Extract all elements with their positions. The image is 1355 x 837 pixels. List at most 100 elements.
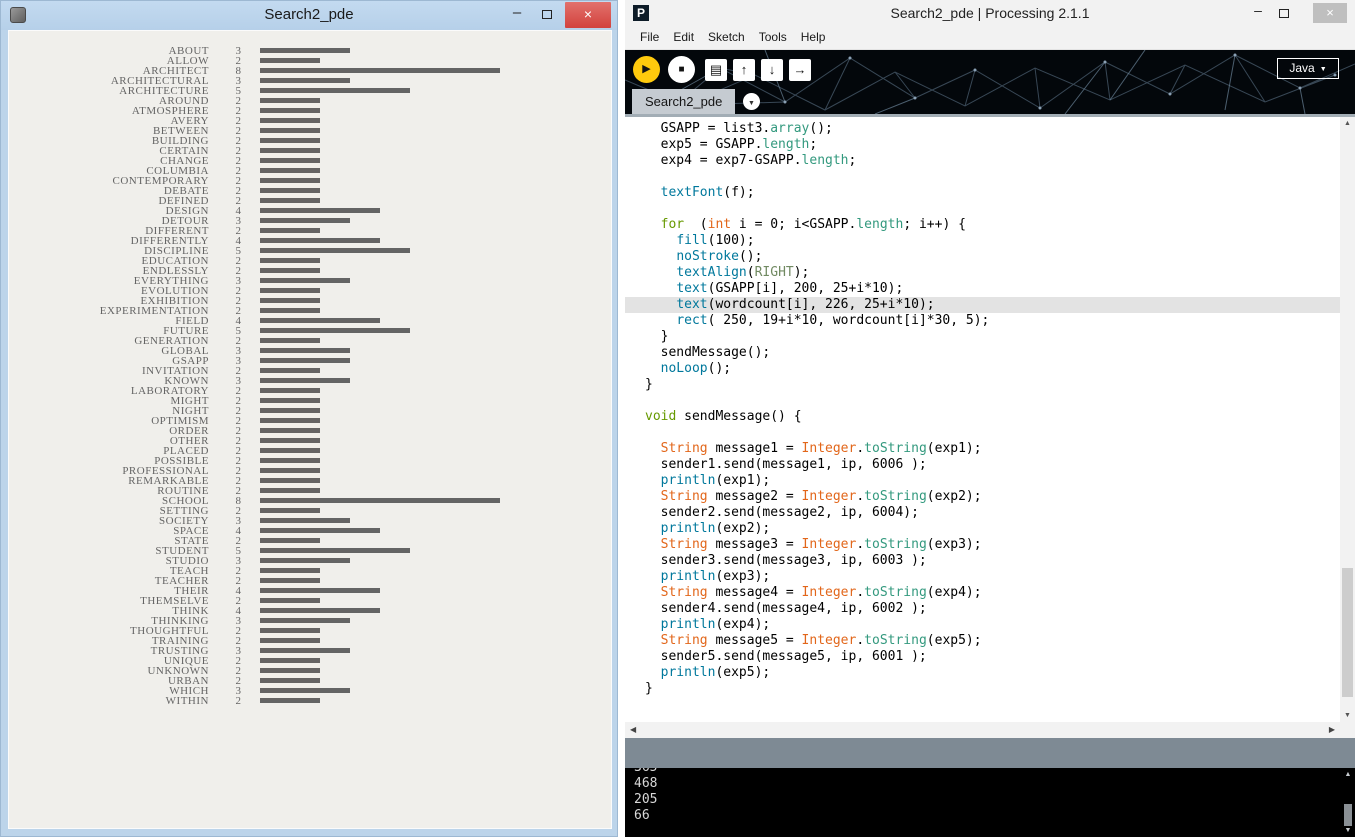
word-bar — [260, 98, 320, 103]
menu-edit[interactable]: Edit — [666, 26, 701, 49]
code-line[interactable]: println(exp3); — [625, 569, 1340, 585]
ide-maximize-button[interactable] — [1271, 0, 1297, 24]
code-line[interactable]: String message4 = Integer.toString(exp4)… — [625, 585, 1340, 601]
word-bar — [260, 688, 350, 693]
code-line[interactable]: rect( 250, 19+i*10, wordcount[i]*30, 5); — [625, 313, 1340, 329]
ide-close-button[interactable]: × — [1313, 3, 1347, 23]
code-line[interactable]: noLoop(); — [625, 361, 1340, 377]
code-line[interactable] — [625, 169, 1340, 185]
code-line[interactable]: exp4 = exp7-GSAPP.length; — [625, 153, 1340, 169]
code-line[interactable]: textFont(f); — [625, 185, 1340, 201]
new-sketch-button[interactable]: ▤ — [705, 59, 727, 81]
code-line[interactable]: sender2.send(message2, ip, 6004); — [625, 505, 1340, 521]
code-line[interactable]: sender5.send(message5, ip, 6001 ); — [625, 649, 1340, 665]
code-line[interactable]: } — [625, 329, 1340, 345]
code-line[interactable] — [625, 393, 1340, 409]
scrollbar-thumb[interactable] — [1342, 568, 1353, 697]
scroll-down-icon[interactable]: ▼ — [1340, 712, 1355, 719]
code-line[interactable]: String message1 = Integer.toString(exp1)… — [625, 441, 1340, 457]
word-bar — [260, 118, 320, 123]
code-line[interactable]: println(exp2); — [625, 521, 1340, 537]
word-bar — [260, 308, 320, 313]
export-button[interactable]: → — [789, 59, 811, 81]
code-line[interactable]: text(wordcount[i], 226, 25+i*10); — [625, 297, 1340, 313]
scroll-down-icon[interactable]: ▼ — [1341, 827, 1355, 834]
word-bar — [260, 338, 320, 343]
word-bar — [260, 538, 320, 543]
word-bar-row: KNOWN 3 — [9, 376, 611, 387]
code-line[interactable]: String message5 = Integer.toString(exp5)… — [625, 633, 1340, 649]
console-scrollbar-thumb[interactable] — [1344, 804, 1352, 826]
tab-menu-button[interactable]: ▼ — [743, 93, 760, 110]
sketch-canvas: ABOUT 3 ALLOW 2 ARCHITECT 8 ARCHITECTURAL 3 ARCH… — [8, 30, 612, 829]
scroll-left-icon[interactable]: ◀ — [630, 722, 636, 738]
code-line[interactable]: } — [625, 681, 1340, 697]
menu-sketch[interactable]: Sketch — [701, 26, 752, 49]
message-area — [625, 738, 1355, 768]
word-bar — [260, 438, 320, 443]
menu-tools[interactable]: Tools — [752, 26, 794, 49]
code-line[interactable]: void sendMessage() { — [625, 409, 1340, 425]
horizontal-scrollbar[interactable]: ◀ ▶ — [625, 722, 1355, 738]
code-line[interactable]: fill(100); — [625, 233, 1340, 249]
ide-titlebar[interactable]: P Search2_pde | Processing 2.1.1 – × — [625, 0, 1355, 26]
tab-search2-pde[interactable]: Search2_pde — [632, 89, 736, 114]
code-line[interactable] — [625, 425, 1340, 441]
word-bar-row: ROUTINE 2 — [9, 486, 611, 497]
word-bar-row: ARCHITECTURE 5 — [9, 86, 611, 97]
code-line[interactable] — [625, 201, 1340, 217]
code-line[interactable]: println(exp5); — [625, 665, 1340, 681]
word-bar-row: GENERATION 2 — [9, 336, 611, 347]
word-bar-row: AROUND 2 — [9, 96, 611, 107]
code-line[interactable]: println(exp1); — [625, 473, 1340, 489]
word-bar-row: ORDER 2 — [9, 426, 611, 437]
code-line[interactable]: String message2 = Integer.toString(exp2)… — [625, 489, 1340, 505]
word-bar-row: DETOUR 3 — [9, 216, 611, 227]
word-bar — [260, 218, 350, 223]
scroll-up-icon[interactable]: ▲ — [1341, 771, 1355, 778]
vertical-scrollbar[interactable]: ▲ ▼ — [1340, 117, 1355, 722]
menu-file[interactable]: File — [633, 26, 666, 49]
minimize-button[interactable]: – — [503, 1, 531, 28]
code-line[interactable]: sender4.send(message4, ip, 6002 ); — [625, 601, 1340, 617]
save-button[interactable]: ↓ — [761, 59, 783, 81]
word-bar — [260, 568, 320, 573]
code-line[interactable]: sender3.send(message3, ip, 6003 ); — [625, 553, 1340, 569]
open-button[interactable]: ↑ — [733, 59, 755, 81]
word-bar — [260, 318, 380, 323]
stop-button[interactable]: ■ — [668, 56, 695, 83]
code-line[interactable]: noStroke(); — [625, 249, 1340, 265]
scroll-right-icon[interactable]: ▶ — [1329, 722, 1335, 738]
console-scrollbar[interactable]: ▲ ▼ — [1341, 768, 1355, 837]
code-line[interactable]: println(exp4); — [625, 617, 1340, 633]
code-line[interactable]: text(GSAPP[i], 200, 25+i*10); — [625, 281, 1340, 297]
word-bar-row: THINKING 3 — [9, 616, 611, 627]
scroll-up-icon[interactable]: ▲ — [1340, 120, 1355, 127]
word-bar — [260, 488, 320, 493]
word-bar-row: THEIR 4 — [9, 586, 611, 597]
code-line[interactable]: textAlign(RIGHT); — [625, 265, 1340, 281]
close-button[interactable]: × — [565, 2, 611, 28]
code-line[interactable]: sendMessage(); — [625, 345, 1340, 361]
maximize-button[interactable] — [533, 1, 561, 28]
ide-minimize-button[interactable]: – — [1245, 0, 1271, 24]
code-line[interactable]: for (int i = 0; i<GSAPP.length; i++) { — [625, 217, 1340, 233]
sketch-window-titlebar[interactable]: Search2_pde – × — [1, 1, 617, 30]
word-bar-row: COLUMBIA 2 — [9, 166, 611, 177]
code-editor[interactable]: GSAPP = list3.array(); exp5 = GSAPP.leng… — [625, 117, 1355, 722]
code-line[interactable]: sender1.send(message1, ip, 6006 ); — [625, 457, 1340, 473]
run-button[interactable]: ▶ — [633, 56, 660, 83]
code-line[interactable]: exp5 = GSAPP.length; — [625, 137, 1340, 153]
word-bar — [260, 198, 320, 203]
mode-selector-java[interactable]: Java ▼ — [1277, 58, 1339, 79]
word-bar-row: REMARKABLE 2 — [9, 476, 611, 487]
menu-help[interactable]: Help — [794, 26, 833, 49]
word-bar — [260, 698, 320, 703]
code-line[interactable]: String message3 = Integer.toString(exp3)… — [625, 537, 1340, 553]
code-line[interactable]: GSAPP = list3.array(); — [625, 121, 1340, 137]
word-bar-row: DESIGN 4 — [9, 206, 611, 217]
word-label: WITHIN — [165, 695, 209, 707]
word-bar — [260, 78, 350, 83]
code-line[interactable]: } — [625, 377, 1340, 393]
word-bar-row: INVITATION 2 — [9, 366, 611, 377]
